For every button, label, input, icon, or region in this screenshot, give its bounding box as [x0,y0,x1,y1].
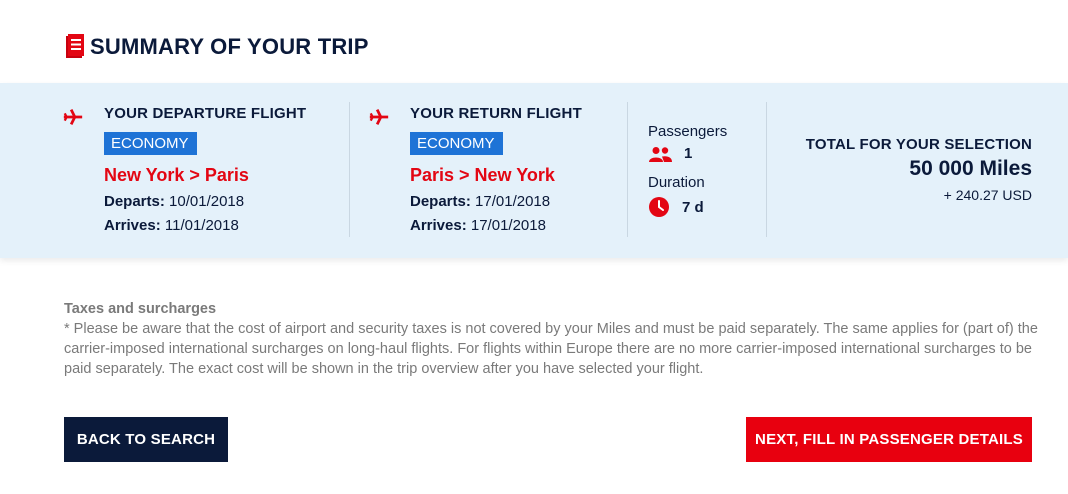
arrives-label: Arrives: [410,217,467,234]
trip-summary-panel: YOUR DEPARTURE FLIGHT ECONOMY New York >… [0,83,1068,258]
document-icon [66,34,84,58]
total-block: TOTAL FOR YOUR SELECTION 50 000 Miles + … [806,136,1032,203]
taxes-text: * Please be aware that the cost of airpo… [64,321,1038,377]
page-title: SUMMARY OF YOUR TRIP [90,34,369,59]
plane-icon [63,109,83,125]
departure-departs: Departs: 10/01/2018 [104,193,306,210]
return-route: Paris > New York [410,165,555,185]
divider [349,102,350,237]
trip-info: Passengers 1 Duration 7 d [648,123,727,218]
departure-cabin-badge: ECONOMY [104,132,197,155]
next-passenger-details-button[interactable]: NEXT, FILL IN PASSENGER DETAILS [746,417,1032,462]
arrives-date: 17/01/2018 [470,217,546,234]
clock-icon [649,197,669,217]
people-icon [649,146,672,162]
return-heading: YOUR RETURN FLIGHT [410,105,582,122]
departs-label: Departs: [410,193,471,210]
page-header: SUMMARY OF YOUR TRIP [64,33,369,61]
taxes-notice: Taxes and surcharges * Please be aware t… [64,299,1039,379]
departure-heading: YOUR DEPARTURE FLIGHT [104,105,307,122]
passengers-value-row: 1 [648,145,727,162]
arrives-date: 11/01/2018 [164,217,239,234]
return-departs: Departs: 17/01/2018 [410,193,582,210]
departure-arrives: Arrives: 11/01/2018 [104,217,306,234]
total-label: TOTAL FOR YOUR SELECTION [805,136,1032,153]
departure-flight: YOUR DEPARTURE FLIGHT ECONOMY New York >… [63,101,307,234]
return-flight: YOUR RETURN FLIGHT ECONOMY Paris > New Y… [369,101,582,234]
passengers-count: 1 [684,145,693,162]
taxes-title: Taxes and surcharges [64,301,217,317]
duration-label: Duration [648,174,705,191]
departs-label: Departs: [104,193,165,210]
total-cash: + 240.27 USD [943,187,1032,203]
total-miles: 50 000 Miles [909,157,1032,180]
plane-icon [369,109,389,125]
arrives-label: Arrives: [104,217,161,234]
passengers-label: Passengers [648,123,728,140]
return-cabin-badge: ECONOMY [410,132,503,155]
divider [627,102,628,237]
departs-date: 17/01/2018 [475,193,551,210]
departs-date: 10/01/2018 [169,193,245,210]
duration-value-row: 7 d [648,196,727,218]
return-arrives: Arrives: 17/01/2018 [410,217,582,234]
back-to-search-button[interactable]: BACK TO SEARCH [64,417,228,462]
duration-days: 7 d [682,198,704,216]
departure-route: New York > Paris [104,165,249,185]
divider [766,102,767,237]
